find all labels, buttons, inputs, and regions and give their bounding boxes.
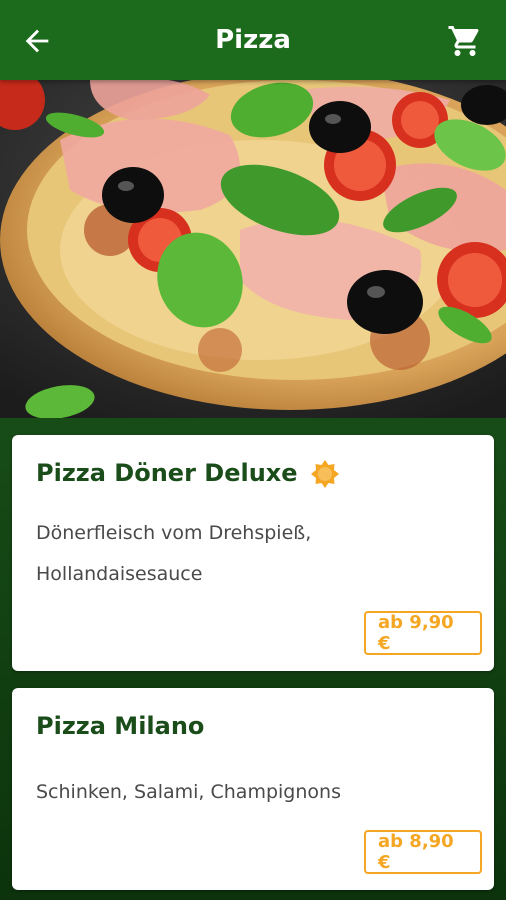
product-name: Pizza Milano [36,712,205,740]
product-description: Schinken, Salami, Champignons [36,772,456,813]
description-line: Hollandaisesauce [36,563,203,585]
page-title: Pizza [215,25,291,55]
arrow-back-icon [25,29,49,53]
back-button[interactable] [18,22,56,60]
hero-image [0,80,506,418]
shopping-cart-icon [448,26,479,56]
description-line: Dönerfleisch vom Drehspieß, [36,522,312,544]
product-card[interactable]: Pizza Döner Deluxe Dönerfleisch vom Dreh… [12,435,494,671]
cart-button[interactable] [446,22,484,60]
product-list: Pizza Döner Deluxe Dönerfleisch vom Dreh… [0,418,506,900]
price-button[interactable]: ab 8,90 € [364,830,482,874]
pizza-image [0,80,506,418]
star-badge-icon [311,460,339,488]
product-card[interactable]: Pizza Milano Schinken, Salami, Champigno… [12,688,494,890]
product-description: Dönerfleisch vom Drehspieß, Hollandaises… [36,513,456,595]
description-line: Schinken, Salami, Champignons [36,781,341,803]
app-bar: Pizza [0,0,506,80]
product-name: Pizza Döner Deluxe [36,459,298,487]
price-button[interactable]: ab 9,90 € [364,611,482,655]
